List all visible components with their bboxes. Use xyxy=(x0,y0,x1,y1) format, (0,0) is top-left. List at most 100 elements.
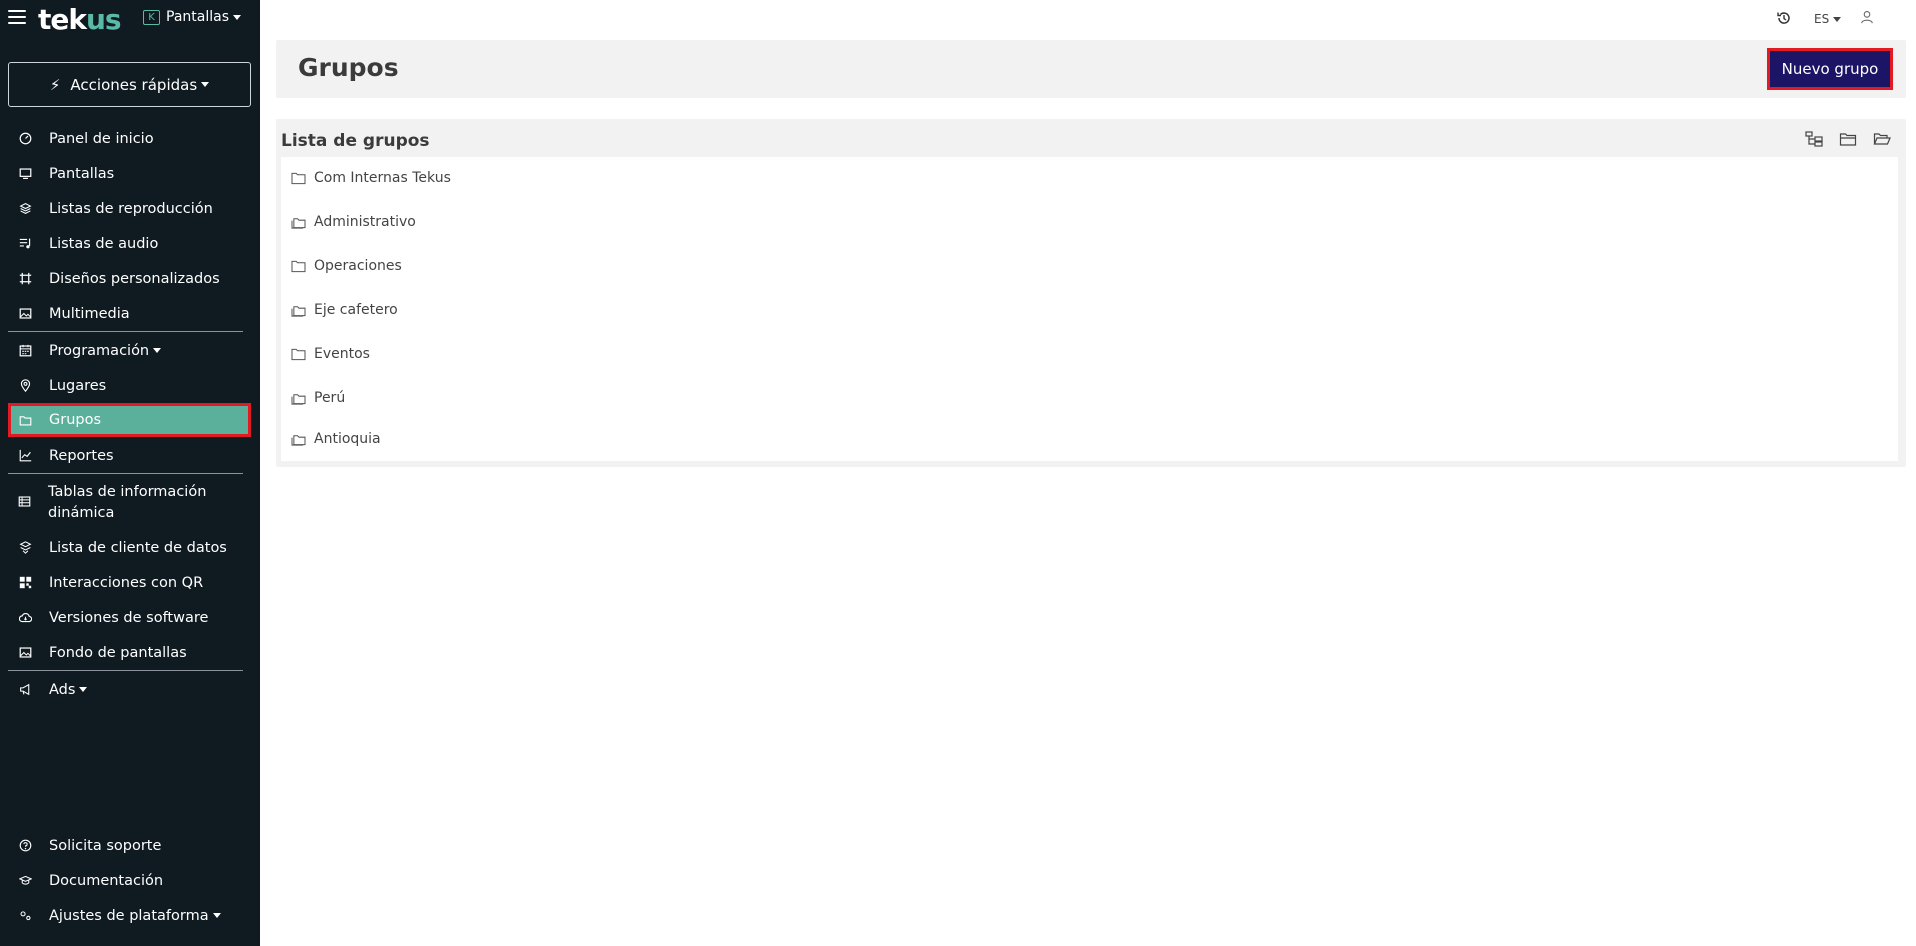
group-name: Perú xyxy=(314,390,346,406)
frame-icon xyxy=(17,271,33,287)
sidebar-item-ads[interactable]: Ads xyxy=(8,674,251,705)
wallpaper-icon xyxy=(17,645,33,661)
table-icon xyxy=(17,493,32,509)
sidebar-item-panel-de-inicio[interactable]: Panel de inicio xyxy=(8,123,251,154)
folder-icon xyxy=(17,412,33,428)
sidebar-item-ajustes-plataforma[interactable]: Ajustes de plataforma xyxy=(8,900,251,931)
layers-icon xyxy=(17,201,33,217)
folders-icon xyxy=(291,217,306,229)
sidebar-item-cliente-datos[interactable]: Lista de cliente de datos xyxy=(8,532,251,563)
groups-list: Com Internas Tekus Administrativo Operac… xyxy=(281,157,1898,461)
header-toolbar: ES xyxy=(1756,0,1916,38)
company-name: Pantallas xyxy=(166,9,229,25)
sidebar-item-interacciones-qr[interactable]: Interacciones con QR xyxy=(8,567,251,598)
groups-panel: Lista de grupos Com Internas Tekus Admin… xyxy=(276,119,1906,467)
group-name: Antioquia xyxy=(314,431,381,447)
list-item[interactable]: Administrativo xyxy=(291,209,416,235)
logo-accent-text: us xyxy=(86,3,122,36)
group-name: Com Internas Tekus xyxy=(314,170,451,186)
sidebar-item-label: Multimedia xyxy=(49,305,130,322)
sidebar-item-lugares[interactable]: Lugares xyxy=(8,370,251,401)
chart-line-icon xyxy=(17,448,33,464)
sidebar-item-label: Reportes xyxy=(49,447,114,464)
list-item[interactable]: Antioquia xyxy=(291,426,381,452)
group-name: Administrativo xyxy=(314,214,416,230)
chevron-down-icon xyxy=(1833,16,1842,22)
folders-icon xyxy=(291,393,306,405)
sidebar-item-label: Programación xyxy=(49,342,150,359)
sidebar-item-label: Pantallas xyxy=(49,165,115,182)
monitor-icon xyxy=(17,166,33,182)
logo-text: tek xyxy=(38,3,87,36)
cloud-icon xyxy=(17,610,33,626)
sidebar-item-label: Solicita soporte xyxy=(49,837,162,854)
sidebar-item-tablas-dinamicas[interactable]: Tablas de información dinámica xyxy=(8,478,208,522)
sidebar-item-label: Diseños personalizados xyxy=(49,270,220,287)
audio-list-icon xyxy=(17,236,33,252)
help-icon xyxy=(17,838,33,854)
page-header: Grupos Nuevo grupo xyxy=(276,40,1906,98)
gauge-icon xyxy=(17,131,33,147)
sidebar-item-grupos[interactable]: Grupos xyxy=(8,403,251,437)
sidebar-item-versiones-software[interactable]: Versiones de software xyxy=(8,602,251,633)
chevron-down-icon xyxy=(212,913,221,918)
sidebar-item-label: Interacciones con QR xyxy=(49,574,204,591)
sidebar-item-label: Lista de cliente de datos xyxy=(49,539,227,556)
bolt-icon: ⚡ xyxy=(49,75,61,94)
sidebar-item-label: Tablas de información dinámica xyxy=(48,484,207,521)
sidebar-item-label: Listas de audio xyxy=(49,235,159,252)
chevron-down-icon xyxy=(79,687,88,692)
folders-icon xyxy=(291,305,306,317)
language-selector[interactable]: ES xyxy=(1814,12,1842,26)
chevron-down-icon xyxy=(201,82,210,87)
group-name: Operaciones xyxy=(314,258,402,274)
sidebar-item-reportes[interactable]: Reportes xyxy=(8,440,251,471)
sidebar: tekus K Pantallas ⚡ Acciones rápidas Pan… xyxy=(0,0,260,946)
quick-actions-button[interactable]: ⚡ Acciones rápidas xyxy=(8,62,251,107)
settings-icon xyxy=(17,908,33,924)
logo[interactable]: tekus xyxy=(38,3,122,36)
folder-icon xyxy=(291,172,306,184)
user-icon[interactable] xyxy=(1860,10,1874,24)
list-item[interactable]: Com Internas Tekus xyxy=(291,165,451,191)
sidebar-item-label: Grupos xyxy=(49,412,102,428)
company-selector[interactable]: K Pantallas xyxy=(143,9,241,25)
sidebar-item-label: Panel de inicio xyxy=(49,130,154,147)
sidebar-item-multimedia[interactable]: Multimedia xyxy=(8,298,251,329)
panel-toolbar xyxy=(1804,130,1892,148)
sidebar-item-programacion[interactable]: Programación xyxy=(8,335,251,366)
sidebar-item-listas-reproduccion[interactable]: Listas de reproducción xyxy=(8,193,251,224)
list-item[interactable]: Eje cafetero xyxy=(291,297,398,323)
company-badge: K xyxy=(143,9,160,25)
quick-actions-label: Acciones rápidas xyxy=(70,75,198,94)
qr-icon xyxy=(17,575,33,591)
sidebar-item-listas-audio[interactable]: Listas de audio xyxy=(8,228,251,259)
chevron-down-icon xyxy=(233,14,241,20)
sidebar-topbar: tekus K Pantallas xyxy=(0,0,260,38)
sidebar-item-label: Ads xyxy=(49,681,76,698)
sidebar-item-fondo-pantallas[interactable]: Fondo de pantallas xyxy=(8,637,251,668)
group-name: Eje cafetero xyxy=(314,302,398,318)
folder-open-icon[interactable] xyxy=(1872,130,1892,148)
sidebar-item-pantallas[interactable]: Pantallas xyxy=(8,158,251,189)
folder-icon xyxy=(291,260,306,272)
history-icon[interactable] xyxy=(1776,10,1792,26)
sidebar-item-solicita-soporte[interactable]: Solicita soporte xyxy=(8,830,251,861)
list-item[interactable]: Operaciones xyxy=(291,253,402,279)
calendar-icon xyxy=(17,343,33,359)
sidebar-item-label: Documentación xyxy=(49,872,164,889)
list-item[interactable]: Perú xyxy=(291,385,345,411)
sidebar-divider xyxy=(8,473,243,474)
folder-icon[interactable] xyxy=(1838,130,1858,148)
graduation-icon xyxy=(17,873,33,889)
data-client-icon xyxy=(17,540,33,556)
list-item[interactable]: Eventos xyxy=(291,341,370,367)
tree-view-icon[interactable] xyxy=(1804,130,1824,148)
sidebar-item-label: Ajustes de plataforma xyxy=(49,907,209,924)
new-group-button[interactable]: Nuevo grupo xyxy=(1767,48,1893,90)
sidebar-item-documentacion[interactable]: Documentación xyxy=(8,865,251,896)
sidebar-item-disenos[interactable]: Diseños personalizados xyxy=(8,263,251,294)
group-name: Eventos xyxy=(314,346,370,362)
sidebar-item-label: Fondo de pantallas xyxy=(49,644,187,661)
hamburger-menu-icon[interactable] xyxy=(8,10,26,26)
